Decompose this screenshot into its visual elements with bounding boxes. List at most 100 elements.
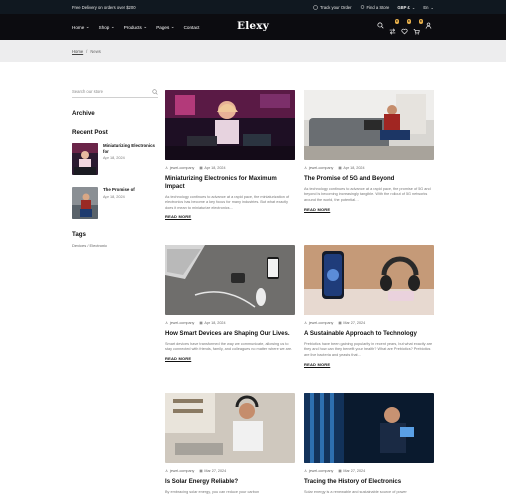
top-bar: Free Delivery on orders over $200 Track … [0, 0, 506, 14]
chevron-down-icon: ⌄ [143, 24, 148, 29]
breadcrumb: Home / News [0, 40, 506, 62]
language-selector[interactable]: En ⌄ [423, 5, 434, 10]
post-excerpt: Solar energy is a renewable and sustaina… [304, 489, 407, 494]
post-title[interactable]: Tracing the History of Electronics [304, 478, 434, 486]
chevron-down-icon: ⌄ [430, 4, 434, 10]
post-author[interactable]: jewel-company [170, 166, 195, 170]
compare-button[interactable]: 0 [389, 19, 399, 35]
post-image[interactable] [165, 90, 295, 160]
post-title[interactable]: Is Solar Energy Reliable? [165, 478, 295, 486]
search-icon[interactable] [377, 22, 384, 29]
truck-icon [313, 4, 318, 10]
nav-home[interactable]: Home ⌄ [72, 24, 90, 30]
location-pin-icon [360, 4, 364, 9]
read-more-link[interactable]: READ MORE [304, 207, 434, 212]
blog-post-card: ♙ jewel-company ▦ Apr 18, 2024 Miniaturizi… [165, 90, 295, 219]
recent-post-item[interactable]: Miniaturizing Electronics for Apr 18, 20… [72, 143, 158, 175]
breadcrumb-separator: / [86, 48, 88, 54]
post-meta: ♙ jewel-company ▦ Mar 27, 2024 [165, 469, 295, 473]
archive-heading: Archive [72, 110, 95, 117]
post-excerpt: Prebiotics have been gaining popularity … [304, 341, 433, 357]
post-date: Apr 18, 2024 [343, 166, 365, 170]
nav-products[interactable]: Products ⌄ [124, 24, 148, 30]
post-image[interactable] [304, 90, 434, 160]
post-excerpt: As technology continues to advance at a … [165, 194, 290, 210]
promo-text: Free Delivery on orders over $200 [72, 4, 136, 10]
recent-post-title[interactable]: Miniaturizing Electronics for [103, 143, 158, 154]
post-meta: ♙ jewel-company ▦ Mar 27, 2024 [304, 469, 434, 473]
tags-heading: Tags [72, 231, 86, 238]
site-logo[interactable]: Elexy [237, 20, 269, 32]
chevron-down-icon: ⌄ [411, 4, 416, 10]
recent-post-heading: Recent Post [72, 129, 108, 136]
calendar-icon: ▦ [338, 321, 342, 325]
chevron-down-icon: ⌄ [85, 24, 90, 29]
post-author[interactable]: jewel-company [309, 166, 334, 170]
read-more-link[interactable]: READ MORE [165, 356, 295, 361]
post-author[interactable]: jewel-company [309, 321, 334, 325]
post-title[interactable]: How Smart Devices are Shaping Our Lives. [165, 330, 295, 338]
post-date: Mar 27, 2024 [204, 469, 227, 473]
find-store-link[interactable]: Find a Store [360, 4, 389, 10]
user-icon: ♙ [304, 321, 308, 325]
nav-shop[interactable]: Shop ⌄ [99, 24, 115, 30]
compare-count-badge: 0 [394, 19, 399, 24]
heart-icon [401, 28, 408, 35]
nav-icons: 0 0 0 [377, 19, 432, 35]
chevron-down-icon: ⌄ [170, 24, 175, 29]
post-excerpt: As technology continues to advance at a … [304, 186, 431, 202]
blog-post-card: ♙ jewel-company ▦ Mar 27, 2024 A Sustainab… [304, 245, 434, 367]
user-icon: ♙ [165, 166, 169, 170]
topbar-links: Track your Order Find a Store GBP £ ⌄ En ⌄ [313, 5, 434, 10]
cart-icon [413, 29, 420, 35]
post-title[interactable]: Miniaturizing Electronics for Maximum Im… [165, 175, 295, 191]
post-author[interactable]: jewel-company [309, 469, 334, 473]
read-more-link[interactable]: READ MORE [304, 362, 434, 367]
user-icon: ♙ [165, 321, 169, 325]
recent-post-date: Apr 18, 2024 [103, 194, 125, 199]
post-title[interactable]: A Sustainable Approach to Technology [304, 330, 434, 338]
calendar-icon: ▦ [338, 166, 342, 170]
search-icon[interactable] [152, 88, 158, 95]
recent-post-thumbnail[interactable] [72, 187, 98, 219]
post-excerpt: Smart devices have transformed the way w… [165, 341, 293, 352]
sidebar: Search our store Archive Recent Post Min… [72, 86, 158, 248]
breadcrumb-home[interactable]: Home [72, 49, 83, 54]
track-order-link[interactable]: Track your Order [313, 5, 352, 10]
recent-post-item[interactable]: The Promise of Apr 18, 2024 [72, 187, 158, 219]
breadcrumb-current: News [90, 48, 101, 54]
cart-count-badge: 0 [418, 19, 423, 24]
recent-post-date: Apr 18, 2024 [103, 156, 125, 161]
post-title[interactable]: The Promise of 5G and Beyond [304, 175, 434, 183]
user-icon[interactable] [425, 22, 432, 29]
user-icon: ♙ [165, 469, 169, 473]
recent-post-title[interactable]: The Promise of [103, 187, 135, 193]
wishlist-count-badge: 0 [406, 19, 411, 24]
recent-post-thumbnail[interactable] [72, 143, 98, 175]
post-image[interactable] [304, 393, 434, 463]
tag-list[interactable]: Devices / Electronic [72, 243, 158, 248]
wishlist-button[interactable]: 0 [401, 19, 411, 35]
search-input[interactable]: Search our store [72, 86, 158, 98]
blog-post-card: ♙ jewel-company ▦ Apr 18, 2024 The Promise… [304, 90, 434, 212]
post-date: Mar 27, 2024 [343, 469, 366, 473]
nav-pages[interactable]: Pages ⌄ [156, 24, 174, 30]
post-date: Apr 18, 2024 [204, 321, 226, 325]
nav-contact[interactable]: Contact [184, 24, 200, 30]
post-image[interactable] [165, 245, 295, 315]
post-excerpt: By embracing solar energy, you can reduc… [165, 489, 260, 494]
post-author[interactable]: jewel-company [170, 469, 195, 473]
read-more-link[interactable]: READ MORE [165, 214, 295, 219]
blog-post-card: ♙ jewel-company ▦ Apr 18, 2024 How Smart D… [165, 245, 295, 361]
post-date: Mar 27, 2024 [343, 321, 366, 325]
cart-button[interactable]: 0 [413, 19, 423, 35]
calendar-icon: ▦ [199, 469, 203, 473]
post-image[interactable] [304, 245, 434, 315]
user-icon: ♙ [304, 166, 308, 170]
post-image[interactable] [165, 393, 295, 463]
post-author[interactable]: jewel-company [170, 321, 195, 325]
calendar-icon: ▦ [199, 166, 203, 170]
currency-selector[interactable]: GBP £ ⌄ [397, 5, 415, 10]
calendar-icon: ▦ [338, 469, 342, 473]
calendar-icon: ▦ [199, 321, 203, 325]
